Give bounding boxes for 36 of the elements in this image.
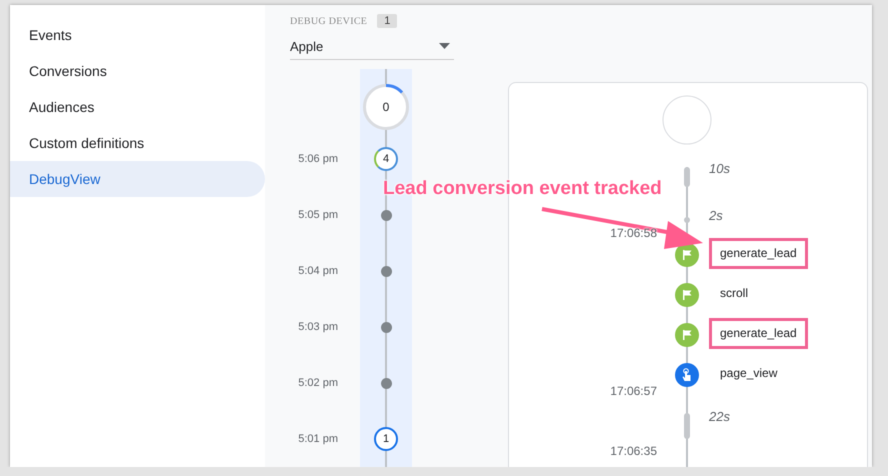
gap-marker [684,217,690,223]
minute-time: 5:01 pm [297,432,338,447]
sidebar-item[interactable]: DebugView [10,161,265,197]
time-gap: 2s [709,208,723,223]
sidebar-item[interactable]: Custom definitions [10,125,265,161]
annotation-text: Lead conversion event tracked [383,178,662,200]
minute-time: 5:05 pm [297,208,338,223]
sidebar-item[interactable]: Audiences [10,89,265,125]
flag-icon [681,329,693,341]
event-time: 17:06:57 [610,384,657,398]
device-count: 1 [377,14,398,28]
minute-time: 5:02 pm [297,376,338,391]
minute-counter [362,83,410,131]
device-select[interactable]: Apple [290,33,454,60]
sidebar-item[interactable]: Conversions [10,53,265,89]
device-label: DEBUG DEVICE [290,16,368,26]
flag-icon [681,289,693,301]
event-name[interactable]: scroll [709,278,760,309]
counter-value: 0 [382,100,390,114]
event-time: 17:06:58 [610,226,657,240]
gap-marker [684,413,690,439]
minute-time: 5:04 pm [297,264,338,279]
event-time: 17:06:35 [610,444,657,458]
minute-time: 5:06 pm [297,152,338,167]
event-name[interactable]: generate_lead [709,238,808,269]
minute-time: 5:03 pm [297,320,338,335]
event-name[interactable]: generate_lead [709,318,808,349]
touch-icon [681,368,693,382]
flag-icon [681,249,693,261]
caret-icon [439,43,450,49]
sidebar-item[interactable]: Events [10,17,265,53]
seconds-counter [662,95,712,145]
time-gap: 22s [709,409,730,424]
time-gap: 10s [709,161,730,176]
event-name[interactable]: page_view [709,358,788,389]
gap-marker [684,167,690,187]
